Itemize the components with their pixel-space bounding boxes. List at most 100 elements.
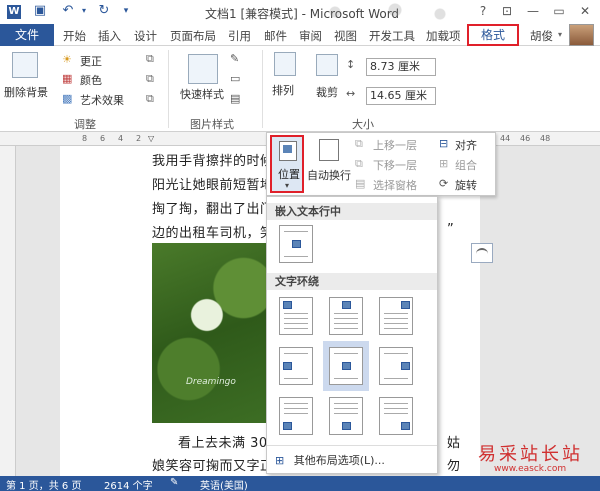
help-button[interactable]: ? — [472, 2, 494, 20]
ruler-tick: 6 — [100, 134, 106, 143]
wrap-section-header: 文字环绕 — [267, 273, 437, 290]
tab-home[interactable]: 开始 — [63, 28, 86, 44]
position-top-right-option[interactable] — [379, 297, 413, 335]
tab-insert[interactable]: 插入 — [98, 28, 121, 44]
position-middle-left-option[interactable] — [279, 347, 313, 385]
position-inline-option[interactable] — [279, 225, 313, 263]
position-bottom-center-option[interactable] — [329, 397, 363, 435]
compress-pictures-icon[interactable]: ⧉ — [146, 52, 154, 66]
rotate-icon: ⟳ — [439, 177, 449, 190]
tab-view[interactable]: 视图 — [334, 28, 357, 44]
height-icon: ↕ — [346, 58, 356, 71]
artistic-effects-button[interactable]: 艺术效果 — [80, 92, 124, 108]
tab-format[interactable]: 格式 — [467, 24, 519, 46]
crop-button[interactable]: 裁剪 — [316, 84, 338, 100]
corrections-button[interactable]: 更正 — [80, 53, 102, 69]
position-bottom-left-option[interactable] — [279, 397, 313, 435]
tab-page-layout[interactable]: 页面布局 — [170, 28, 216, 44]
user-name[interactable]: 胡俊 — [530, 28, 553, 44]
document-line: 阳光让她眼前短暂地 — [152, 178, 274, 193]
close-button[interactable]: ✕ — [574, 2, 596, 20]
redo-icon[interactable]: ↻ — [96, 3, 112, 19]
avatar[interactable] — [569, 24, 594, 46]
page-count[interactable]: 第 1 页，共 6 页 — [6, 477, 81, 491]
document-line: 看上去未满 30 — [178, 436, 268, 451]
position-menu: 嵌入文本行中 文字环绕 ⊞ 其他布局选项(L)... — [266, 196, 438, 474]
position-label: 位置 — [278, 168, 300, 181]
language-indicator[interactable]: 英语(美国) — [200, 477, 248, 491]
wrap-text-icon[interactable] — [319, 139, 339, 161]
document-text: ” — [447, 222, 455, 237]
picture-effects-icon[interactable]: ▭ — [230, 72, 240, 85]
group-label-size: 大小 — [352, 118, 374, 131]
document-line: 娘笑容可掬而又字正 — [152, 459, 274, 474]
arrange-button[interactable]: 排列 — [272, 82, 294, 98]
tab-review[interactable]: 审阅 — [299, 28, 322, 44]
picture-border-icon[interactable]: ✎ — [230, 52, 239, 65]
position-button[interactable]: 位置 ▾ — [270, 135, 304, 193]
title-bar: W ▣ ↶ ▾ ↻ ▾ 文档1 [兼容模式] - Microsoft Word … — [0, 0, 600, 24]
maximize-icon[interactable]: ▭ — [548, 2, 570, 20]
quick-styles-button[interactable]: 快速样式 — [180, 86, 224, 102]
ruler-tick: 46 — [520, 134, 531, 143]
color-button[interactable]: 颜色 — [80, 72, 102, 88]
word-count[interactable]: 2614 个字 — [104, 477, 153, 491]
send-backward-button: 下移一层 — [373, 159, 417, 172]
group-separator — [262, 50, 263, 128]
send-backward-icon: ⧉ — [355, 157, 363, 170]
tab-file[interactable]: 文件 — [0, 24, 54, 46]
bring-forward-icon: ⧉ — [355, 137, 363, 150]
more-layout-icon: ⊞ — [275, 454, 285, 467]
remove-background-icon[interactable] — [12, 52, 38, 78]
arrange-panel: 位置 ▾ 自动换行 ⧉ 上移一层 ⧉ 下移一层 ▤ 选择窗格 ⊟ 对齐 ⊞ 组合… — [266, 132, 496, 196]
document-text: 勿 — [447, 459, 461, 474]
height-field[interactable]: 8.73 厘米 — [366, 58, 436, 76]
position-top-left-option[interactable] — [279, 297, 313, 335]
reset-picture-icon[interactable]: ⧉ — [146, 92, 154, 106]
group-label-adjust: 调整 — [74, 118, 96, 131]
proofing-icon[interactable]: ✎ — [170, 477, 178, 488]
vertical-ruler[interactable] — [0, 146, 16, 476]
word-logo-icon: W — [7, 5, 21, 19]
picture-layout-icon[interactable]: ▤ — [230, 92, 240, 105]
site-watermark-url: www.easck.com — [494, 464, 567, 474]
document-text: 姑 — [447, 436, 461, 451]
crop-icon[interactable] — [316, 54, 338, 76]
tab-developer[interactable]: 开发工具 — [369, 28, 415, 44]
customize-qat-icon[interactable]: ▾ — [118, 3, 134, 19]
document-picture[interactable] — [152, 243, 274, 423]
group-button: 组合 — [455, 159, 477, 172]
tab-addins[interactable]: 加载项 — [426, 28, 461, 44]
position-middle-center-option[interactable] — [323, 341, 369, 391]
minimize-button[interactable]: — — [522, 2, 544, 20]
rotate-button[interactable]: 旋转 — [455, 177, 477, 193]
position-bottom-right-option[interactable] — [379, 397, 413, 435]
quick-styles-icon[interactable] — [188, 54, 218, 84]
tab-design[interactable]: 设计 — [134, 28, 157, 44]
align-button[interactable]: 对齐 — [455, 137, 477, 153]
user-dropdown-icon[interactable]: ▾ — [558, 30, 562, 39]
change-picture-icon[interactable]: ⧉ — [146, 72, 154, 86]
position-top-center-option[interactable] — [329, 297, 363, 335]
remove-background-button[interactable]: 删除背景 — [4, 84, 48, 100]
position-dropdown-icon: ▾ — [285, 181, 290, 190]
menu-divider — [267, 445, 437, 446]
ruler-tick: 8 — [82, 134, 88, 143]
ribbon-display-options-icon[interactable]: ⊡ — [496, 2, 518, 20]
undo-dropdown-icon[interactable]: ▾ — [76, 3, 92, 19]
layout-options-icon[interactable] — [471, 243, 493, 263]
width-field[interactable]: 14.65 厘米 — [366, 87, 436, 105]
tab-references[interactable]: 引用 — [228, 28, 251, 44]
undo-icon[interactable]: ↶ — [60, 3, 76, 19]
arrange-icon[interactable] — [274, 52, 296, 76]
more-layout-options-item[interactable]: ⊞ 其他布局选项(L)... — [275, 452, 385, 468]
tab-mailings[interactable]: 邮件 — [264, 28, 287, 44]
picture-watermark: Dreamingo — [186, 377, 236, 387]
position-middle-right-option[interactable] — [379, 347, 413, 385]
ruler-tick: 48 — [540, 134, 551, 143]
wrap-text-button[interactable]: 自动换行 — [307, 167, 351, 183]
indent-marker-icon[interactable]: ▽ — [148, 134, 154, 143]
save-icon[interactable]: ▣ — [32, 3, 48, 19]
inline-section-header: 嵌入文本行中 — [267, 203, 437, 220]
ruler-tick: 2 — [136, 134, 142, 143]
